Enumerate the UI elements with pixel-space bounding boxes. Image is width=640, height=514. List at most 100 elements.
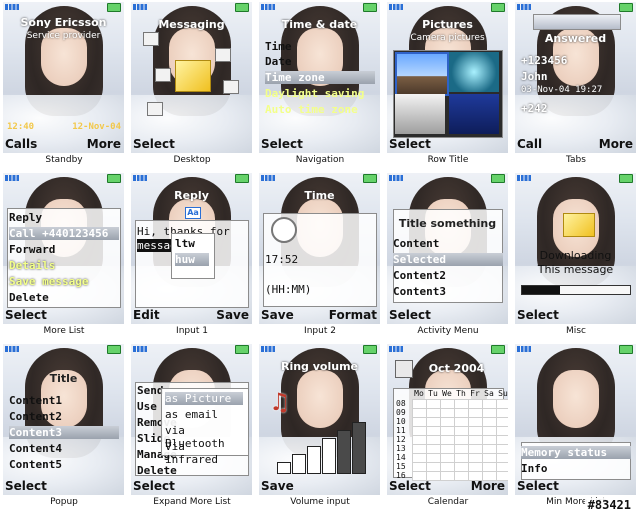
nav-item[interactable]: Daylight saving: [265, 87, 375, 100]
popup-item[interactable]: Content1: [9, 394, 119, 407]
app-icon[interactable]: [223, 80, 239, 94]
nav-item-selected[interactable]: Time zone: [265, 71, 375, 84]
clock-icon: [271, 217, 297, 243]
softkey-left[interactable]: Select: [261, 137, 303, 151]
nav-item[interactable]: Date: [265, 55, 375, 68]
softkey-left[interactable]: Select: [389, 137, 431, 151]
softkey-right[interactable]: Format: [329, 308, 377, 322]
activity-item[interactable]: Content: [393, 237, 503, 250]
thumbnail[interactable]: [449, 52, 499, 92]
softkey-left[interactable]: Select: [5, 479, 47, 493]
min-list-item[interactable]: Info: [521, 462, 631, 475]
softkey-left[interactable]: Call: [517, 137, 542, 151]
submenu-item[interactable]: Via infrared: [165, 440, 243, 466]
face-shape: [297, 370, 343, 428]
signal-icon: [133, 346, 147, 352]
signal-icon: [261, 4, 275, 10]
calendar-title: Oct 2004: [428, 362, 485, 375]
battery-icon: [363, 174, 377, 183]
signal-icon: [389, 4, 403, 10]
activity-item[interactable]: Content3: [393, 285, 503, 298]
signal-icon: [261, 346, 275, 352]
popup-item[interactable]: Content2: [9, 410, 119, 423]
softkey-left[interactable]: Save: [261, 308, 294, 322]
status-bar: [515, 173, 636, 183]
softkey-right[interactable]: More: [471, 479, 505, 493]
calendar-cell[interactable]: [440, 471, 455, 481]
submenu-item[interactable]: as email: [165, 408, 243, 421]
app-icon[interactable]: [147, 102, 163, 116]
softkey-left[interactable]: Select: [133, 137, 175, 151]
activity-item[interactable]: Content2: [393, 269, 503, 282]
softkey-left[interactable]: Select: [389, 479, 431, 493]
thumbnail[interactable]: [395, 94, 445, 134]
battery-icon: [619, 345, 633, 354]
popup-item[interactable]: Content4: [9, 442, 119, 455]
nav-title: Time & date: [281, 18, 358, 31]
screen-desktop: Messaging Select Desktop: [128, 0, 256, 171]
calendar-day-header: Tu: [428, 389, 438, 398]
calendar-grid[interactable]: Mo Tu We Th Fr Sa Su 08 09 10 11 12 13 14 15 16: [393, 388, 508, 481]
caption: Standby: [45, 155, 83, 165]
softkey-left[interactable]: Edit: [133, 308, 160, 322]
time-value[interactable]: 17:52: [265, 253, 375, 266]
status-bar: [131, 173, 252, 183]
softkey-left[interactable]: Select: [133, 479, 175, 493]
thumbnail-selected[interactable]: [395, 52, 449, 96]
menu-item[interactable]: Forward: [9, 243, 119, 256]
calendar-hour-label: 12: [396, 435, 406, 444]
battery-icon: [235, 174, 249, 183]
calendar-day-header: We: [442, 389, 452, 398]
menu-item[interactable]: Delete: [9, 291, 119, 304]
app-icon[interactable]: [155, 68, 171, 82]
softkey-right[interactable]: Save: [216, 308, 249, 322]
nav-item[interactable]: Auto time zone: [265, 103, 375, 116]
popup-item[interactable]: Content5: [9, 458, 119, 471]
softkey-left[interactable]: Calls: [5, 137, 37, 151]
nav-item[interactable]: Time: [265, 40, 375, 53]
phone-screen: Title Content1 Content2 Content3 Content…: [3, 344, 124, 495]
call-row[interactable]: +242: [521, 102, 631, 115]
signal-icon: [517, 4, 531, 10]
submenu-item[interactable]: via Bluetooth: [165, 424, 243, 450]
caption: Activity Menu: [417, 326, 479, 336]
face-shape: [553, 370, 599, 428]
activity-item-selected[interactable]: Selected: [393, 253, 503, 266]
status-bar: [259, 2, 380, 12]
menu-item-selected[interactable]: Call +440123456: [9, 227, 119, 240]
call-row[interactable]: John: [521, 70, 631, 83]
screen-more-list: Reply Call +440123456 Forward Details Sa…: [0, 171, 128, 342]
status-bar: [131, 344, 252, 354]
calendar-cell[interactable]: [454, 471, 469, 481]
calendar-hour-label: 11: [396, 426, 406, 435]
suggestion-item[interactable]: ltw: [175, 237, 209, 250]
menu-item[interactable]: Details: [9, 259, 119, 272]
softkey-left[interactable]: Select: [5, 308, 47, 322]
softkey-left[interactable]: Select: [517, 479, 559, 493]
volume-bars[interactable]: [277, 422, 369, 474]
submenu-item-selected[interactable]: as Picture msg: [165, 392, 243, 418]
call-row[interactable]: +123456: [521, 54, 631, 67]
signal-icon: [5, 346, 19, 352]
phone-screen: Pictures Camera pictures: [387, 2, 508, 153]
softkey-right[interactable]: More: [87, 137, 121, 151]
envelope-icon[interactable]: [175, 60, 211, 92]
softkey-left[interactable]: Save: [261, 479, 294, 493]
menu-item[interactable]: Reply: [9, 211, 119, 224]
phone-screen: Memory status Info: [515, 344, 636, 495]
menu-item[interactable]: Save message: [9, 275, 119, 288]
thumbnail[interactable]: [449, 94, 499, 134]
app-icon[interactable]: [143, 32, 159, 46]
softkey-left[interactable]: Select: [389, 308, 431, 322]
softkey-left[interactable]: Select: [517, 308, 559, 322]
min-list-item-selected[interactable]: Memory status: [521, 446, 631, 459]
popup-item-selected[interactable]: Content3: [9, 426, 119, 439]
screen-misc: Downloading This message Select Misc: [512, 171, 640, 342]
app-icon[interactable]: [215, 48, 231, 62]
suggestion-item-selected[interactable]: huw: [175, 253, 209, 266]
softkey-right[interactable]: More: [599, 137, 633, 151]
caption: Misc: [566, 326, 586, 336]
tab-strip[interactable]: [533, 14, 621, 30]
caption: Row Title: [427, 155, 469, 165]
clock-text: 12:40: [7, 122, 35, 132]
